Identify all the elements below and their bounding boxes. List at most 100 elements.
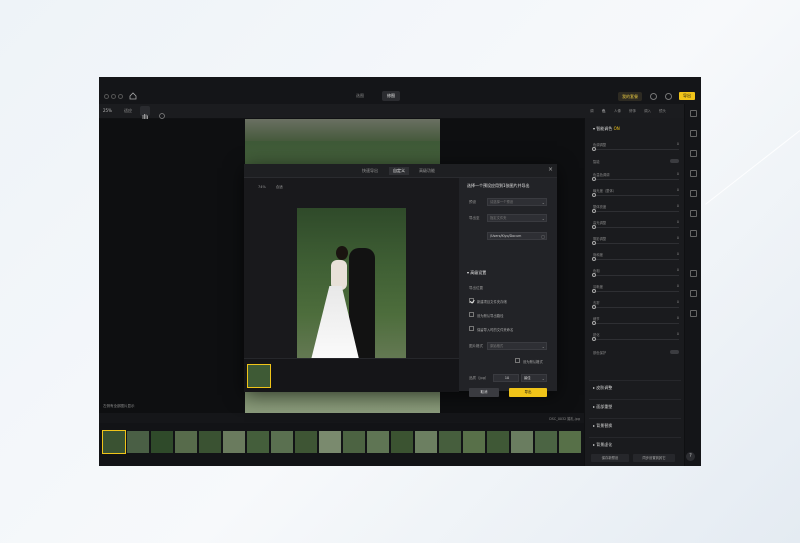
group-bg-blur[interactable]: ▸ 背景虚化 <box>589 437 681 450</box>
slider-knob[interactable] <box>592 273 596 277</box>
toggle-switch[interactable] <box>670 350 679 354</box>
film-thumb[interactable] <box>199 431 221 453</box>
tab-import[interactable]: 调入 <box>644 109 651 114</box>
film-thumb[interactable] <box>343 431 365 453</box>
preset-select[interactable]: 请选择一个预设 ⌄ <box>487 198 547 206</box>
group-bg-replace[interactable]: ▸ 背景替换 <box>589 418 681 431</box>
slider-knob[interactable] <box>592 177 596 181</box>
checkbox-default-format[interactable] <box>515 358 520 363</box>
hand-tool[interactable] <box>140 106 150 119</box>
film-thumb[interactable] <box>511 431 533 453</box>
tab-quick-export[interactable]: 快速导出 <box>362 168 378 174</box>
fit-button[interactable]: 适应 <box>124 108 132 114</box>
film-thumb[interactable] <box>367 431 389 453</box>
account-badge[interactable]: 我的套餐 <box>618 92 642 101</box>
quality-label: 品质（jpg） <box>469 376 489 380</box>
film-thumb[interactable] <box>102 430 126 454</box>
slider-knob[interactable] <box>592 209 596 213</box>
film-thumb[interactable] <box>151 431 173 453</box>
adjust-row: 色调调整 0 <box>592 142 679 151</box>
compare-icon[interactable] <box>690 290 697 297</box>
window-dot-max[interactable] <box>118 94 123 99</box>
mask-icon[interactable] <box>690 230 697 237</box>
home-icon[interactable] <box>129 92 137 100</box>
film-thumb[interactable] <box>487 431 509 453</box>
tab-retouch[interactable]: 修饰 <box>629 109 636 114</box>
checkbox-keep-names[interactable] <box>469 326 474 331</box>
save-preset-button[interactable]: 保存新预设 <box>591 454 629 462</box>
tab-select[interactable]: 选图 <box>356 93 364 99</box>
quality-select[interactable]: 最佳 ⌄ <box>521 374 547 382</box>
film-thumb[interactable] <box>535 431 557 453</box>
format-select[interactable]: 原始格式 ⌄ <box>487 342 547 350</box>
advanced-section[interactable]: ▾ 高级设置 <box>467 270 486 276</box>
plus-icon[interactable] <box>690 310 697 317</box>
close-icon[interactable]: × <box>548 166 553 173</box>
quality-input[interactable]: 10 <box>493 374 519 382</box>
slider-knob[interactable] <box>592 147 596 151</box>
preview-zoom[interactable]: 74% 合适 <box>248 184 283 190</box>
cancel-button[interactable]: 取消 <box>469 388 499 397</box>
tab-adjust[interactable]: 调 <box>590 109 594 114</box>
slider-knob[interactable] <box>592 241 596 245</box>
toggle-switch[interactable] <box>670 159 679 163</box>
tab-color[interactable]: 色 <box>602 109 606 114</box>
tab-advanced[interactable]: 高级功能 <box>419 168 435 174</box>
slider-knob[interactable] <box>592 321 596 325</box>
tab-lens[interactable]: 镜头 <box>659 109 666 114</box>
heart-icon[interactable] <box>690 170 697 177</box>
film-thumb[interactable] <box>559 431 581 453</box>
path-field[interactable]: /Users/Kiyo/Docum ▢ <box>487 232 547 240</box>
film-thumb[interactable] <box>247 431 269 453</box>
film-thumb[interactable] <box>415 431 437 453</box>
export-to-select[interactable]: 指定文件夹 ⌄ <box>487 214 547 222</box>
checkbox-label: 设为默认格式 <box>523 360 543 364</box>
section-title[interactable]: ▾ 智能调色 ON <box>593 126 620 132</box>
slider-knob[interactable] <box>592 337 596 341</box>
slider-knob[interactable] <box>592 257 596 261</box>
slider-knob[interactable] <box>592 305 596 309</box>
tab-edit[interactable]: 修图 <box>382 91 400 101</box>
circle-icon[interactable] <box>690 210 697 217</box>
slider-knob[interactable] <box>592 289 596 293</box>
export-to-label: 导出至 <box>469 216 480 220</box>
adjust-icon[interactable] <box>690 130 697 137</box>
copy-settings-button[interactable]: 同步设置到其它 <box>633 454 675 462</box>
film-thumb[interactable] <box>271 431 293 453</box>
checkbox-default-path[interactable] <box>469 312 474 317</box>
export-button[interactable]: 导出 <box>679 92 695 100</box>
settings-icon[interactable] <box>665 93 672 100</box>
film-thumb[interactable] <box>319 431 341 453</box>
crop-icon[interactable] <box>690 190 697 197</box>
help-icon[interactable]: ? <box>686 452 695 461</box>
film-thumb[interactable] <box>463 431 485 453</box>
tab-custom[interactable]: 自定义 <box>389 167 409 175</box>
preview-fit[interactable]: 合适 <box>276 185 283 189</box>
adjust-row: 曝光度（整体） 0 <box>592 188 679 197</box>
picker-tool[interactable] <box>157 106 167 119</box>
dialog-thumb[interactable] <box>247 364 271 388</box>
group-skin[interactable]: ▸ 皮肤调整 <box>589 380 681 393</box>
film-thumb[interactable] <box>175 431 197 453</box>
group-face[interactable]: ▸ 面部重塑 <box>589 399 681 412</box>
checkbox-new-folder[interactable] <box>469 298 474 303</box>
history-icon[interactable] <box>690 270 697 277</box>
confirm-export-button[interactable]: 导出 <box>509 388 547 397</box>
film-thumb[interactable] <box>439 431 461 453</box>
user-icon[interactable] <box>650 93 657 100</box>
slider-knob[interactable] <box>592 225 596 229</box>
film-thumb[interactable] <box>295 431 317 453</box>
film-thumb[interactable] <box>127 431 149 453</box>
folder-icon[interactable]: ▢ <box>541 233 545 240</box>
photo-bride <box>331 260 347 290</box>
film-thumb[interactable] <box>223 431 245 453</box>
adjust-row: 细节 0 <box>592 316 679 325</box>
tab-portrait[interactable]: 人像 <box>614 109 621 114</box>
slider-knob[interactable] <box>592 193 596 197</box>
brush-icon[interactable] <box>690 150 697 157</box>
window-dot-close[interactable] <box>104 94 109 99</box>
layers-icon[interactable] <box>690 110 697 117</box>
zoom-select[interactable]: 25% <box>103 108 112 113</box>
window-dot-min[interactable] <box>111 94 116 99</box>
film-thumb[interactable] <box>391 431 413 453</box>
